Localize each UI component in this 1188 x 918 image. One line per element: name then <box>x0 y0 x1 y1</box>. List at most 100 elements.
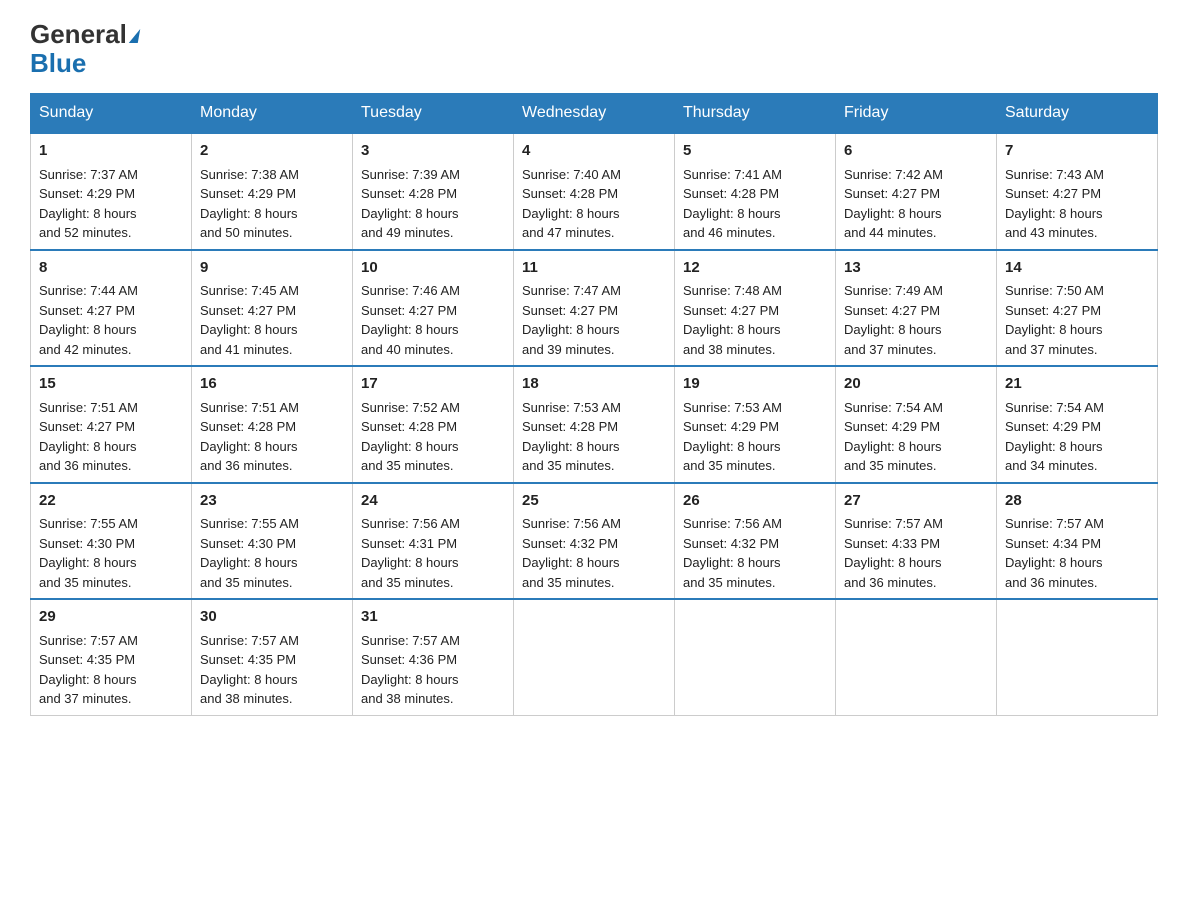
day-sunrise: Sunrise: 7:57 AM <box>39 631 183 651</box>
day-daylight: Daylight: 8 hours <box>844 437 988 457</box>
calendar-header-friday: Friday <box>836 94 997 134</box>
day-daylight: Daylight: 8 hours <box>522 437 666 457</box>
calendar-cell: 27 Sunrise: 7:57 AM Sunset: 4:33 PM Dayl… <box>836 483 997 600</box>
day-number: 25 <box>522 490 666 513</box>
day-sunrise: Sunrise: 7:57 AM <box>361 631 505 651</box>
day-number: 23 <box>200 490 344 513</box>
day-sunrise: Sunrise: 7:40 AM <box>522 165 666 185</box>
logo-blue-text: Blue <box>30 49 86 78</box>
calendar-cell: 6 Sunrise: 7:42 AM Sunset: 4:27 PM Dayli… <box>836 133 997 250</box>
day-sunset: Sunset: 4:36 PM <box>361 650 505 670</box>
logo: General Blue <box>30 20 139 77</box>
day-daylight: Daylight: 8 hours <box>683 204 827 224</box>
day-daylight-cont: and 46 minutes. <box>683 223 827 243</box>
day-sunset: Sunset: 4:27 PM <box>39 417 183 437</box>
day-sunrise: Sunrise: 7:57 AM <box>844 514 988 534</box>
day-daylight-cont: and 40 minutes. <box>361 340 505 360</box>
day-daylight-cont: and 35 minutes. <box>361 573 505 593</box>
day-sunrise: Sunrise: 7:57 AM <box>200 631 344 651</box>
day-daylight-cont: and 35 minutes. <box>683 456 827 476</box>
calendar-header-saturday: Saturday <box>997 94 1158 134</box>
calendar-cell: 17 Sunrise: 7:52 AM Sunset: 4:28 PM Dayl… <box>353 366 514 483</box>
day-daylight-cont: and 41 minutes. <box>200 340 344 360</box>
calendar-cell: 20 Sunrise: 7:54 AM Sunset: 4:29 PM Dayl… <box>836 366 997 483</box>
day-daylight: Daylight: 8 hours <box>361 670 505 690</box>
calendar-cell <box>514 599 675 715</box>
day-sunrise: Sunrise: 7:54 AM <box>1005 398 1149 418</box>
day-number: 28 <box>1005 490 1149 513</box>
calendar-header-wednesday: Wednesday <box>514 94 675 134</box>
day-sunset: Sunset: 4:27 PM <box>39 301 183 321</box>
day-daylight-cont: and 43 minutes. <box>1005 223 1149 243</box>
day-sunrise: Sunrise: 7:51 AM <box>200 398 344 418</box>
day-number: 18 <box>522 373 666 396</box>
day-number: 30 <box>200 606 344 629</box>
calendar-week-row: 22 Sunrise: 7:55 AM Sunset: 4:30 PM Dayl… <box>31 483 1158 600</box>
day-daylight: Daylight: 8 hours <box>1005 204 1149 224</box>
day-daylight-cont: and 38 minutes. <box>683 340 827 360</box>
day-sunset: Sunset: 4:27 PM <box>844 301 988 321</box>
day-number: 1 <box>39 140 183 163</box>
day-sunset: Sunset: 4:32 PM <box>683 534 827 554</box>
calendar-cell: 13 Sunrise: 7:49 AM Sunset: 4:27 PM Dayl… <box>836 250 997 367</box>
day-daylight: Daylight: 8 hours <box>200 437 344 457</box>
day-number: 10 <box>361 257 505 280</box>
day-daylight-cont: and 34 minutes. <box>1005 456 1149 476</box>
day-sunset: Sunset: 4:28 PM <box>361 184 505 204</box>
day-daylight: Daylight: 8 hours <box>39 320 183 340</box>
calendar-cell <box>997 599 1158 715</box>
day-sunrise: Sunrise: 7:54 AM <box>844 398 988 418</box>
day-daylight: Daylight: 8 hours <box>361 553 505 573</box>
day-daylight-cont: and 38 minutes. <box>200 689 344 709</box>
calendar-cell: 19 Sunrise: 7:53 AM Sunset: 4:29 PM Dayl… <box>675 366 836 483</box>
day-number: 14 <box>1005 257 1149 280</box>
day-daylight-cont: and 52 minutes. <box>39 223 183 243</box>
day-sunset: Sunset: 4:27 PM <box>1005 184 1149 204</box>
calendar-header-thursday: Thursday <box>675 94 836 134</box>
logo-general-text: General <box>30 20 139 49</box>
day-number: 22 <box>39 490 183 513</box>
day-daylight-cont: and 36 minutes. <box>200 456 344 476</box>
day-sunrise: Sunrise: 7:41 AM <box>683 165 827 185</box>
calendar-cell: 24 Sunrise: 7:56 AM Sunset: 4:31 PM Dayl… <box>353 483 514 600</box>
day-sunset: Sunset: 4:32 PM <box>522 534 666 554</box>
day-sunset: Sunset: 4:28 PM <box>522 184 666 204</box>
day-number: 13 <box>844 257 988 280</box>
day-sunrise: Sunrise: 7:51 AM <box>39 398 183 418</box>
calendar-cell: 10 Sunrise: 7:46 AM Sunset: 4:27 PM Dayl… <box>353 250 514 367</box>
day-daylight: Daylight: 8 hours <box>522 553 666 573</box>
day-daylight-cont: and 35 minutes. <box>522 573 666 593</box>
day-daylight: Daylight: 8 hours <box>683 553 827 573</box>
header: General Blue <box>30 20 1158 77</box>
day-daylight: Daylight: 8 hours <box>1005 553 1149 573</box>
day-sunset: Sunset: 4:33 PM <box>844 534 988 554</box>
calendar-cell <box>836 599 997 715</box>
day-number: 11 <box>522 257 666 280</box>
day-daylight: Daylight: 8 hours <box>39 553 183 573</box>
day-sunset: Sunset: 4:29 PM <box>844 417 988 437</box>
day-daylight: Daylight: 8 hours <box>844 553 988 573</box>
calendar-cell: 16 Sunrise: 7:51 AM Sunset: 4:28 PM Dayl… <box>192 366 353 483</box>
day-sunset: Sunset: 4:27 PM <box>200 301 344 321</box>
day-daylight: Daylight: 8 hours <box>1005 437 1149 457</box>
day-sunrise: Sunrise: 7:56 AM <box>361 514 505 534</box>
day-sunset: Sunset: 4:34 PM <box>1005 534 1149 554</box>
day-sunset: Sunset: 4:28 PM <box>200 417 344 437</box>
day-sunrise: Sunrise: 7:45 AM <box>200 281 344 301</box>
day-daylight: Daylight: 8 hours <box>683 320 827 340</box>
calendar-cell <box>675 599 836 715</box>
day-daylight: Daylight: 8 hours <box>200 204 344 224</box>
calendar-cell: 21 Sunrise: 7:54 AM Sunset: 4:29 PM Dayl… <box>997 366 1158 483</box>
day-daylight-cont: and 35 minutes. <box>200 573 344 593</box>
day-number: 7 <box>1005 140 1149 163</box>
day-number: 3 <box>361 140 505 163</box>
day-number: 21 <box>1005 373 1149 396</box>
day-daylight-cont: and 35 minutes. <box>361 456 505 476</box>
day-daylight-cont: and 36 minutes. <box>39 456 183 476</box>
day-sunrise: Sunrise: 7:56 AM <box>683 514 827 534</box>
day-daylight-cont: and 35 minutes. <box>522 456 666 476</box>
day-daylight: Daylight: 8 hours <box>39 204 183 224</box>
calendar-cell: 1 Sunrise: 7:37 AM Sunset: 4:29 PM Dayli… <box>31 133 192 250</box>
day-sunset: Sunset: 4:27 PM <box>844 184 988 204</box>
day-sunrise: Sunrise: 7:43 AM <box>1005 165 1149 185</box>
